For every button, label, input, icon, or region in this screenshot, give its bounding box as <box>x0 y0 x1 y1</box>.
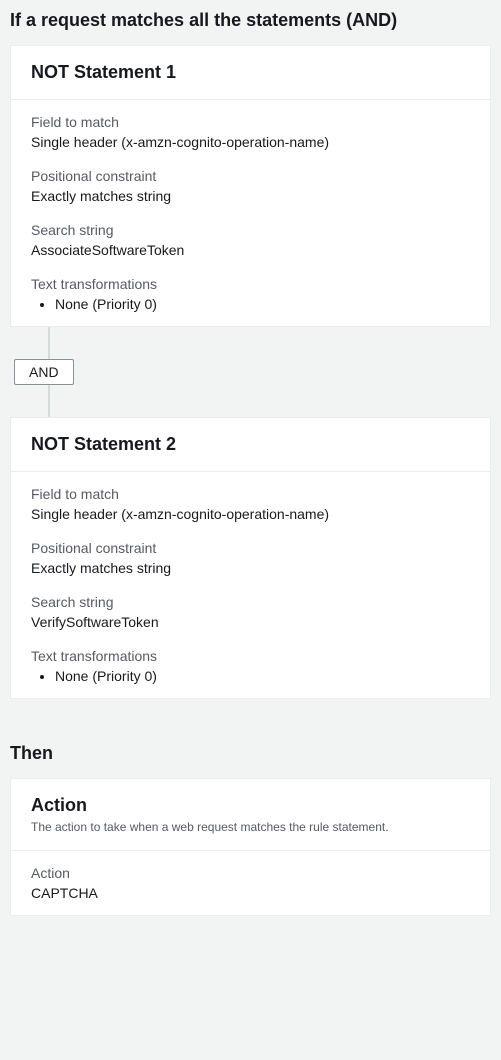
transformation-item: None (Priority 0) <box>55 668 470 684</box>
if-heading: If a request matches all the statements … <box>10 10 491 31</box>
statement-title: NOT Statement 1 <box>31 62 470 83</box>
and-connector: AND <box>10 327 491 417</box>
transformation-item: None (Priority 0) <box>55 296 470 312</box>
statement-title: NOT Statement 2 <box>31 434 470 455</box>
action-field-label: Action <box>31 865 470 881</box>
field-to-match-label: Field to match <box>31 486 470 502</box>
action-title: Action <box>31 795 470 816</box>
field-to-match-value: Single header (x-amzn-cognito-operation-… <box>31 506 470 522</box>
statement-card-1: NOT Statement 1 Field to match Single he… <box>10 45 491 327</box>
search-string-label: Search string <box>31 594 470 610</box>
text-transformations-label: Text transformations <box>31 276 470 292</box>
search-string-value: VerifySoftwareToken <box>31 614 470 630</box>
search-string-label: Search string <box>31 222 470 238</box>
then-heading: Then <box>10 743 491 764</box>
positional-constraint-value: Exactly matches string <box>31 188 470 204</box>
positional-constraint-value: Exactly matches string <box>31 560 470 576</box>
and-badge: AND <box>14 359 74 385</box>
positional-constraint-label: Positional constraint <box>31 168 470 184</box>
search-string-value: AssociateSoftwareToken <box>31 242 470 258</box>
text-transformations-label: Text transformations <box>31 648 470 664</box>
action-card: Action The action to take when a web req… <box>10 778 491 916</box>
field-to-match-value: Single header (x-amzn-cognito-operation-… <box>31 134 470 150</box>
statement-card-2: NOT Statement 2 Field to match Single he… <box>10 417 491 699</box>
action-field-value: CAPTCHA <box>31 885 470 901</box>
field-to-match-label: Field to match <box>31 114 470 130</box>
positional-constraint-label: Positional constraint <box>31 540 470 556</box>
action-subtitle: The action to take when a web request ma… <box>31 820 470 834</box>
